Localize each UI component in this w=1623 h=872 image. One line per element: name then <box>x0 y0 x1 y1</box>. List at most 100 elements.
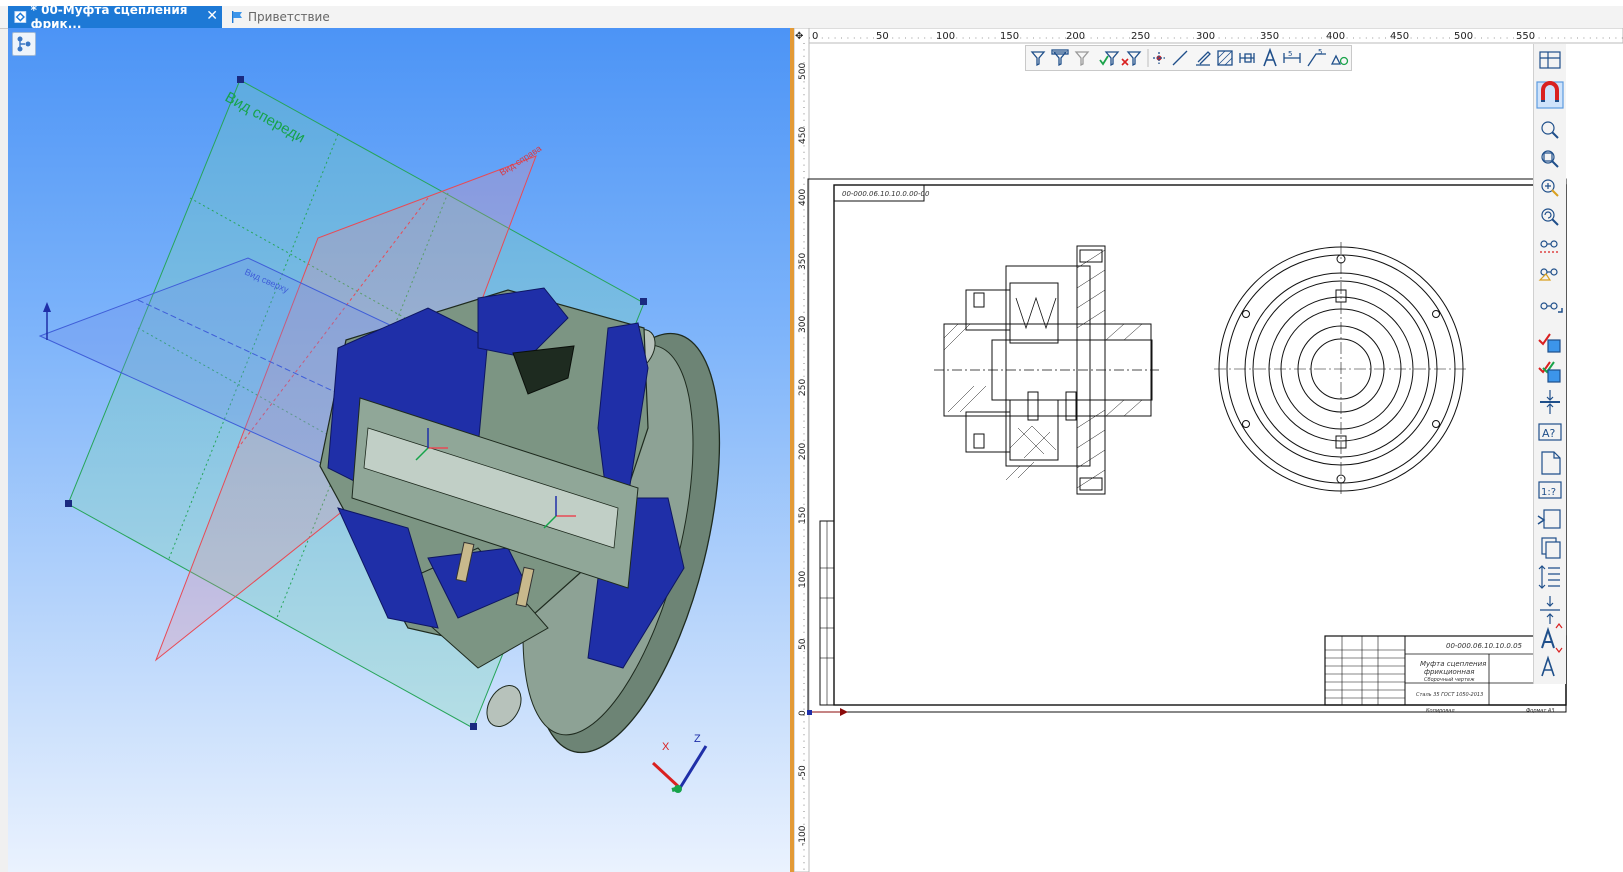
font-size-icon[interactable] <box>1541 623 1563 653</box>
filter-icon[interactable] <box>1030 51 1046 67</box>
ruler-v-tick: 0 <box>798 710 808 716</box>
check-filter-icon[interactable] <box>1099 51 1120 67</box>
right-toolbar-icons: A? 1:? <box>1536 51 1564 677</box>
plane-axis-arrow <box>43 302 51 312</box>
tab-welcome[interactable]: Приветствие <box>226 6 426 28</box>
text-style-icon[interactable]: A? <box>1538 423 1562 441</box>
ruler-h-tick: 0 <box>812 31 818 42</box>
pen-icon[interactable] <box>1196 51 1211 66</box>
ruler-v-tick: 100 <box>798 571 808 588</box>
zoom-window-icon[interactable] <box>1541 150 1559 168</box>
copy-icon[interactable] <box>1541 537 1561 559</box>
ruler-h-tick: 50 <box>876 31 889 42</box>
ruler-h-tick: 100 <box>936 31 955 42</box>
ruler-h-tick: 500 <box>1454 31 1473 42</box>
ruler-h-tick: 250 <box>1131 31 1150 42</box>
drawing-2d-viewport[interactable]: 0 50 100 150 200 250 300 350 400 450 500… <box>794 28 1623 872</box>
title-material: Сталь 35 ГОСТ 1050-2013 <box>1416 692 1483 698</box>
svg-text:1:?: 1:? <box>1541 487 1556 498</box>
ruler-h-tick: 450 <box>1390 31 1409 42</box>
tab-document-label: * 00-Муфта сцепления фрик... <box>30 3 188 31</box>
title-name-line1: Муфта сцепления <box>1420 660 1486 668</box>
glasses-icon[interactable] <box>1540 240 1560 253</box>
page-icon[interactable] <box>1541 451 1561 475</box>
size-icon[interactable]: 5 <box>1283 50 1301 63</box>
ruler-h-tick: 300 <box>1196 31 1215 42</box>
tab-welcome-label: Приветствие <box>248 10 330 24</box>
zoom-prev-icon[interactable] <box>1541 208 1559 226</box>
scale-icon[interactable]: 1:? <box>1538 481 1562 499</box>
zoom-in-icon[interactable] <box>1541 121 1559 139</box>
svg-text:5: 5 <box>1288 50 1292 58</box>
insert-view-icon[interactable] <box>1537 509 1561 529</box>
layers-icon[interactable] <box>1539 51 1561 69</box>
hatch-icon[interactable] <box>1217 50 1233 66</box>
side-view[interactable] <box>1214 242 1468 496</box>
magnet-icon[interactable] <box>1536 81 1564 109</box>
clear-filter-icon[interactable] <box>1121 51 1142 67</box>
leader-icon[interactable]: 5 <box>1307 48 1326 67</box>
ruler-v-tick: 500 <box>798 63 808 80</box>
title-designation: 00-000.06.10.10.0.05 <box>1446 642 1523 650</box>
ruler-origin-icon[interactable]: ✥ <box>795 31 803 42</box>
origin-x-arrow <box>840 708 848 716</box>
text-icon[interactable] <box>1263 47 1277 67</box>
drawing-toolbar-icons: 5 5 <box>1030 47 1349 67</box>
ruler-v-tick: -50 <box>798 765 808 780</box>
project-icon[interactable] <box>1540 390 1560 414</box>
check-cube-icon[interactable] <box>1538 361 1561 383</box>
shape-icon[interactable] <box>1330 54 1349 66</box>
plane-handle[interactable] <box>237 76 244 83</box>
axis-triad: X Z <box>651 733 708 793</box>
model-tree-button[interactable] <box>12 32 36 56</box>
ruler-h-tick: 350 <box>1260 31 1279 42</box>
ruler-v-tick: 150 <box>798 507 808 524</box>
point-icon[interactable] <box>1153 52 1165 64</box>
filter-icon[interactable] <box>1074 51 1090 67</box>
drawing-toolbar: 5 5 <box>1025 45 1352 71</box>
flag-icon <box>232 11 242 23</box>
ruler-h-tick: 400 <box>1326 31 1345 42</box>
title-copied: Копировал <box>1426 708 1455 714</box>
line-icon[interactable] <box>1172 50 1188 66</box>
title-format: Формат А3 <box>1526 708 1554 714</box>
font-icon[interactable] <box>1541 655 1555 677</box>
ruler-v-tick: 250 <box>798 379 808 396</box>
sheet-frame <box>833 184 1567 706</box>
filter-icon[interactable] <box>1051 49 1069 67</box>
document-3d-icon <box>14 11 27 23</box>
svg-text:5: 5 <box>1318 48 1322 56</box>
ruler-v-tick: 200 <box>798 443 808 460</box>
ruler-v-tick: 350 <box>798 253 808 270</box>
dimension-icon[interactable] <box>1239 53 1255 63</box>
tab-document[interactable]: * 00-Муфта сцепления фрик... ✕ <box>8 3 222 31</box>
svg-text:A?: A? <box>1542 427 1556 440</box>
tree-icon <box>17 36 31 52</box>
zoom-all-icon[interactable] <box>1541 179 1559 197</box>
plane-handle[interactable] <box>640 298 647 305</box>
title-subtitle: Сборочный чертеж <box>1424 677 1475 683</box>
ruler-h-tick: 150 <box>1000 31 1019 42</box>
ruler-v-tick: 300 <box>798 316 808 333</box>
plane-handle[interactable] <box>65 500 72 507</box>
glasses-icon[interactable] <box>1538 268 1558 281</box>
stamp-top-left: 00-000.06.10.10.0.00-00 <box>842 190 930 198</box>
plane-handle[interactable] <box>470 723 477 730</box>
title-name-line2: фрикционная <box>1424 668 1474 676</box>
glasses-icon[interactable] <box>1540 302 1563 313</box>
title-block[interactable]: 00-000.06.10.10.0.05 Муфта сцепления фри… <box>1324 635 1567 714</box>
align-icon[interactable] <box>1540 596 1560 624</box>
axis-z-label: Z <box>694 733 701 745</box>
section-view[interactable] <box>934 245 1159 495</box>
ruler-h-tick: 200 <box>1066 31 1085 42</box>
close-icon[interactable]: ✕ <box>206 8 218 24</box>
origin-point <box>807 710 812 715</box>
model-3d-viewport[interactable]: Вид спереди Вид справа Вид сверху X Z <box>8 28 790 872</box>
drawing-right-toolbar: A? 1:? <box>1533 44 1566 684</box>
check-cube-icon[interactable] <box>1538 333 1561 353</box>
clutch-model[interactable] <box>319 287 756 771</box>
drawing-sheet: 0 50 100 150 200 250 300 350 400 450 500… <box>794 28 1623 872</box>
spacing-icon[interactable] <box>1538 565 1560 589</box>
document-tab-bar: * 00-Муфта сцепления фрик... ✕ Приветств… <box>0 3 1623 31</box>
axis-x-label: X <box>662 741 670 753</box>
